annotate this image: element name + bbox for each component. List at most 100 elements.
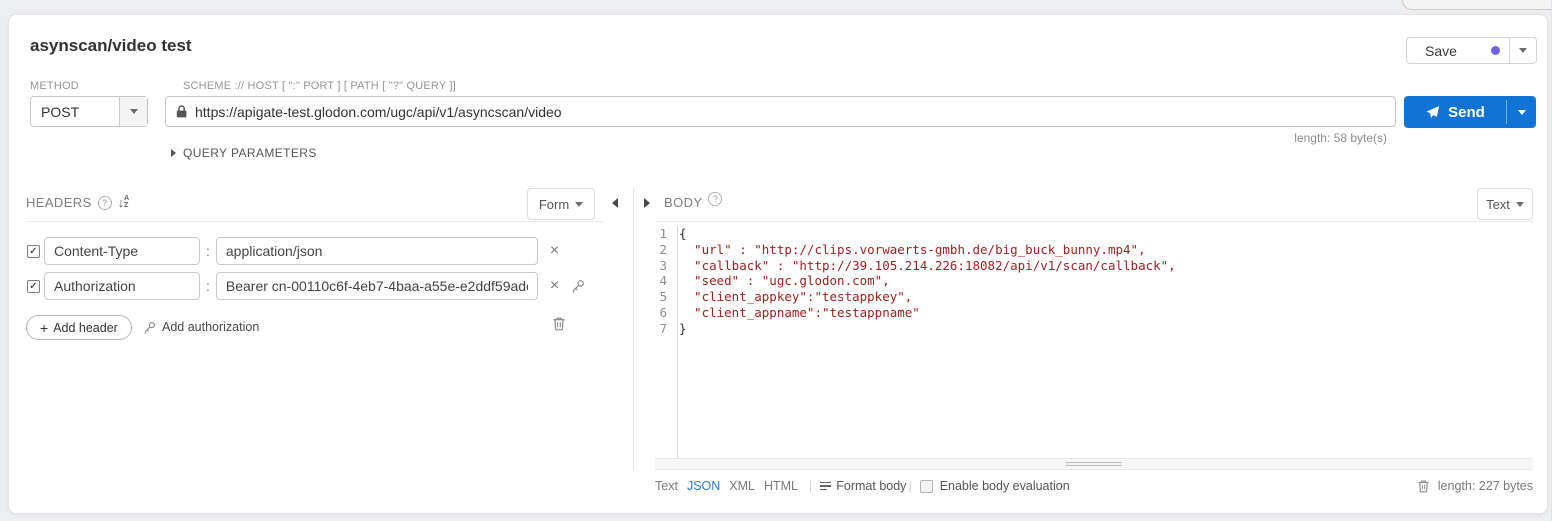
headers-section-head: HEADERS ? ↓ AZ [26, 195, 129, 210]
remove-header-button[interactable]: × [550, 244, 559, 258]
add-authorization-label: Add authorization [162, 320, 259, 334]
save-button-label: Save [1425, 43, 1457, 59]
send-button-label: Send [1448, 104, 1485, 121]
editor-resize-handle[interactable] [655, 458, 1533, 470]
chevron-down-icon [130, 109, 138, 114]
line-number: 6 [655, 305, 672, 321]
expand-right-pane-button[interactable] [644, 198, 650, 208]
align-lines-icon [820, 482, 831, 491]
format-body-button[interactable]: Format body [820, 479, 906, 493]
code-text: "url" : "http://clips.vorwaerts-gmbh.de/… [672, 242, 1146, 258]
code-line: 5 "client_appkey":"testappkey", [655, 289, 1533, 305]
code-text: "client_appkey":"testappkey", [672, 289, 912, 305]
url-field[interactable] [165, 96, 1396, 127]
body-footer-bar: Text JSON XML HTML | Format body | Enabl… [655, 476, 1533, 496]
body-type-json[interactable]: JSON [687, 479, 720, 493]
page-title: asynscan/video test [30, 36, 192, 56]
chevron-down-icon [1516, 202, 1524, 207]
format-body-label: Format body [836, 479, 906, 493]
header-row: ✓ : × [27, 272, 637, 300]
trash-icon[interactable] [552, 316, 566, 331]
body-mode-dropdown[interactable]: Text [1477, 188, 1533, 220]
line-number: 2 [655, 242, 672, 258]
body-type-xml[interactable]: XML [729, 479, 755, 493]
lock-icon [176, 105, 187, 118]
trash-icon[interactable] [1417, 479, 1430, 493]
headers-title: HEADERS [26, 195, 92, 210]
key-icon[interactable] [571, 279, 585, 293]
evaluation-checkbox[interactable] [920, 480, 933, 493]
sort-az-button[interactable]: ↓ AZ [118, 196, 130, 209]
pane-divider [633, 188, 634, 471]
code-line: 1 { [655, 226, 1533, 242]
code-line: 4 "seed" : "ugc.glodon.com", [655, 273, 1533, 289]
chevron-down-icon [575, 202, 583, 207]
enable-body-evaluation-toggle[interactable]: Enable body evaluation [920, 479, 1070, 493]
collapse-left-pane-button[interactable] [612, 198, 618, 208]
remove-header-button[interactable]: × [550, 279, 559, 293]
query-parameters-toggle[interactable]: QUERY PARAMETERS [171, 146, 317, 160]
add-header-label: Add header [53, 321, 118, 335]
code-text: { [672, 226, 687, 242]
header-value-input[interactable] [216, 237, 538, 265]
body-code-editor[interactable]: 1 { 2 "url" : "http://clips.vorwaerts-gm… [655, 226, 1533, 458]
body-section-head: BODY ? [664, 195, 722, 210]
triangle-right-icon [171, 149, 176, 157]
method-dropdown-toggle[interactable] [119, 97, 147, 126]
help-icon[interactable]: ? [98, 196, 112, 210]
line-number: 7 [655, 321, 672, 337]
save-button[interactable]: Save [1406, 37, 1537, 64]
send-dropdown-toggle[interactable] [1507, 96, 1536, 128]
line-number: 5 [655, 289, 672, 305]
body-mode-label: Text [1486, 197, 1510, 212]
grip-icon [1066, 462, 1122, 463]
code-text: "callback" : "http://39.105.214.226:1808… [672, 258, 1176, 274]
method-select[interactable]: POST [30, 96, 148, 127]
query-parameters-label: QUERY PARAMETERS [183, 146, 317, 160]
code-line: 6 "client_appname":"testappname" [655, 305, 1533, 321]
sort-az-letters: AZ [124, 196, 129, 209]
code-text: "seed" : "ugc.glodon.com", [672, 273, 890, 289]
line-number: 3 [655, 258, 672, 274]
colon-separator: : [206, 243, 210, 259]
line-number: 4 [655, 273, 672, 289]
add-authorization-button[interactable]: Add authorization [143, 320, 259, 334]
code-text: } [672, 321, 687, 337]
enable-body-evaluation-label: Enable body evaluation [940, 479, 1070, 493]
add-header-button[interactable]: + Add header [26, 315, 132, 340]
floating-panel-edge [1402, 0, 1566, 10]
code-text: "client_appname":"testappname" [672, 305, 920, 321]
url-input[interactable] [195, 104, 1385, 120]
separator: | [908, 479, 911, 493]
header-name-input[interactable] [44, 272, 200, 300]
headers-mode-label: Form [539, 197, 569, 212]
scheme-label: SCHEME :// HOST [ ":" PORT ] [ PATH [ "?… [183, 80, 456, 92]
editor-gutter-line [677, 226, 678, 458]
body-type-html[interactable]: HTML [764, 479, 798, 493]
chevron-down-icon [1519, 48, 1527, 53]
header-enabled-checkbox[interactable]: ✓ [27, 245, 40, 258]
send-button[interactable]: Send [1404, 96, 1536, 128]
help-icon[interactable]: ? [708, 192, 722, 206]
header-value-input[interactable] [216, 272, 538, 300]
code-line: 3 "callback" : "http://39.105.214.226:18… [655, 258, 1533, 274]
code-line: 2 "url" : "http://clips.vorwaerts-gmbh.d… [655, 242, 1533, 258]
unsaved-indicator-dot [1491, 46, 1500, 55]
line-number: 1 [655, 226, 672, 242]
header-row: ✓ : × [27, 237, 607, 265]
body-length-label: length: 227 bytes [1438, 479, 1533, 493]
header-enabled-checkbox[interactable]: ✓ [27, 280, 40, 293]
paper-plane-icon [1425, 105, 1440, 120]
code-line: 7 } [655, 321, 1533, 337]
plus-icon: + [40, 320, 48, 336]
chevron-down-icon [1518, 110, 1526, 115]
headers-mode-dropdown[interactable]: Form [527, 188, 595, 220]
headers-separator-line [26, 221, 604, 222]
body-type-text[interactable]: Text [655, 479, 678, 493]
url-length-label: length: 58 byte(s) [1187, 131, 1387, 145]
colon-separator: : [206, 278, 210, 294]
save-dropdown-toggle[interactable] [1510, 38, 1536, 63]
body-separator-line [655, 221, 1533, 222]
grip-icon [1066, 465, 1122, 466]
header-name-input[interactable] [44, 237, 200, 265]
